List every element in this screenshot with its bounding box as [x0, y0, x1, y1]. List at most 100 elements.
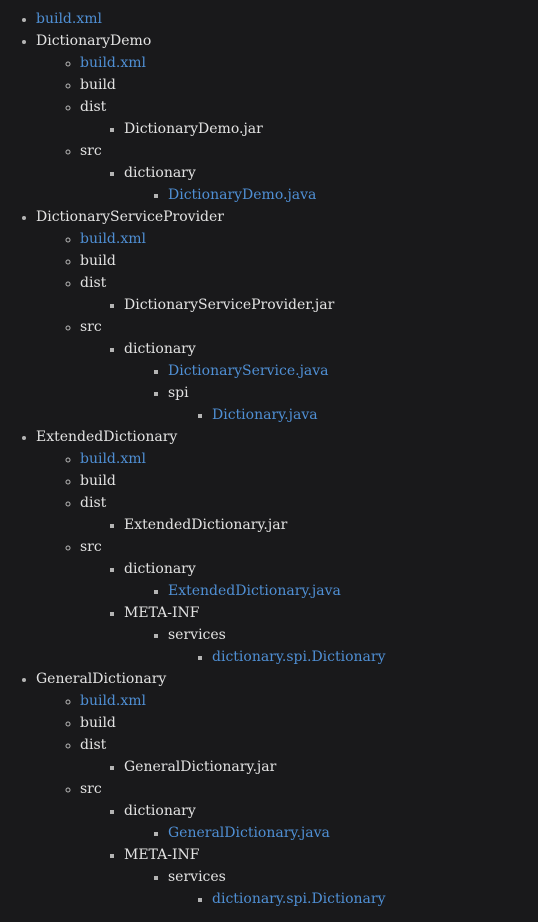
tree-level-3: DictionaryDemo.java: [124, 184, 538, 206]
tree-item-label: DictionaryDemo.jar: [124, 121, 263, 137]
tree-item: dist GeneralDictionary.jar: [80, 734, 538, 778]
tree-item-label: src: [80, 781, 102, 797]
tree-item[interactable]: Dictionary.java: [212, 404, 538, 426]
tree-level-2: DictionaryServiceProvider.jar: [80, 294, 538, 316]
tree-level-1: build.xml build dist ExtendedDictionary.jar…: [36, 448, 538, 668]
tree-item[interactable]: dictionary.spi.Dictionary: [212, 646, 538, 668]
tree-item-label: dictionary: [124, 341, 196, 357]
tree-item-link[interactable]: GeneralDictionary.java: [168, 825, 330, 841]
tree-level-3: ExtendedDictionary.java: [124, 580, 538, 602]
tree-item: dist DictionaryDemo.jar: [80, 96, 538, 140]
tree-item-label: build: [80, 77, 116, 93]
tree-item[interactable]: build.xml: [80, 52, 538, 74]
tree-item-label: META-INF: [124, 847, 200, 863]
tree-item-label: src: [80, 143, 102, 159]
tree-item: dictionary DictionaryDemo.java: [124, 162, 538, 206]
tree-level-2: dictionary GeneralDictionary.java META-INF…: [80, 800, 538, 910]
tree-item-link[interactable]: build.xml: [80, 55, 146, 71]
tree-item-link[interactable]: build.xml: [80, 231, 146, 247]
tree-item-label: DictionaryServiceProvider.jar: [124, 297, 335, 313]
tree-item-label: DictionaryDemo: [36, 33, 152, 49]
tree-item-label: ExtendedDictionary.jar: [124, 517, 288, 533]
tree-item[interactable]: ExtendedDictionary.java: [168, 580, 538, 602]
tree-item-label: build: [80, 473, 116, 489]
tree-item-label: build: [80, 715, 116, 731]
tree-item-link[interactable]: ExtendedDictionary.java: [168, 583, 341, 599]
tree-item-label: ExtendedDictionary: [36, 429, 178, 445]
tree-item-label: spi: [168, 385, 189, 401]
tree-item[interactable]: build.xml: [80, 690, 538, 712]
tree-item-link[interactable]: build.xml: [80, 451, 146, 467]
tree-level-4: Dictionary.java: [168, 404, 538, 426]
tree-item: ExtendedDictionary.jar: [124, 514, 538, 536]
tree-item: build: [80, 74, 538, 96]
tree-item: META-INF services dictionary.spi.Dictionar…: [124, 844, 538, 910]
tree-item[interactable]: build.xml: [80, 228, 538, 250]
tree-item: spi Dictionary.java: [168, 382, 538, 426]
tree-item: ExtendedDictionary build.xml build dist Exte…: [36, 426, 538, 668]
tree-item[interactable]: DictionaryDemo.java: [168, 184, 538, 206]
tree-item-link[interactable]: dictionary.spi.Dictionary: [212, 649, 385, 665]
tree-item: dictionary GeneralDictionary.java: [124, 800, 538, 844]
tree-level-4: dictionary.spi.Dictionary: [168, 646, 538, 668]
tree-item: build: [80, 250, 538, 272]
tree-item[interactable]: dictionary.spi.Dictionary: [212, 888, 538, 910]
tree-item: build: [80, 470, 538, 492]
tree-item[interactable]: build.xml: [80, 448, 538, 470]
tree-level-1: build.xml build dist DictionaryDemo.jar src d…: [36, 52, 538, 206]
tree-item[interactable]: GeneralDictionary.java: [168, 822, 538, 844]
tree-item-label: build: [80, 253, 116, 269]
tree-item-label: dictionary: [124, 165, 196, 181]
tree-level-4: dictionary.spi.Dictionary: [168, 888, 538, 910]
tree-item-link[interactable]: build.xml: [80, 693, 146, 709]
tree-item[interactable]: DictionaryService.java: [168, 360, 538, 382]
tree-item: services dictionary.spi.Dictionary: [168, 866, 538, 910]
tree-item-link[interactable]: dictionary.spi.Dictionary: [212, 891, 385, 907]
tree-item-label: GeneralDictionary.jar: [124, 759, 277, 775]
tree-level-3: services dictionary.spi.Dictionary: [124, 624, 538, 668]
tree-level-3: services dictionary.spi.Dictionary: [124, 866, 538, 910]
tree-level-2: dictionary ExtendedDictionary.java META-IN…: [80, 558, 538, 668]
tree-level-2: dictionary DictionaryDemo.java: [80, 162, 538, 206]
directory-tree: build.xml DictionaryDemo build.xml build dis…: [0, 8, 538, 910]
tree-item-link[interactable]: DictionaryService.java: [168, 363, 329, 379]
tree-item-label: src: [80, 319, 102, 335]
tree-level-3: DictionaryService.java spi Dictionary.java: [124, 360, 538, 426]
tree-level-3: GeneralDictionary.java: [124, 822, 538, 844]
tree-item: dictionaryDictionaryService.javaspiDicti…: [124, 338, 538, 426]
tree-level-2: DictionaryDemo.jar: [80, 118, 538, 140]
tree-item-link[interactable]: Dictionary.java: [212, 407, 318, 423]
tree-item[interactable]: build.xml: [36, 8, 538, 30]
tree-item: DictionaryServiceProvider build.xml build d…: [36, 206, 538, 426]
tree-item-link[interactable]: DictionaryDemo.java: [168, 187, 316, 203]
tree-level-1: build.xml build dist DictionaryServiceProvi…: [36, 228, 538, 426]
tree-item: GeneralDictionary.jar: [124, 756, 538, 778]
tree-item: dictionary ExtendedDictionary.java: [124, 558, 538, 602]
tree-item-label: dist: [80, 495, 107, 511]
tree-item-label: src: [80, 539, 102, 555]
tree-item-label: dist: [80, 275, 107, 291]
tree-item: GeneralDictionary build.xml build dist Gener…: [36, 668, 538, 910]
tree-item: services dictionary.spi.Dictionary: [168, 624, 538, 668]
tree-item: DictionaryDemo.jar: [124, 118, 538, 140]
tree-level-2: ExtendedDictionary.jar: [80, 514, 538, 536]
tree-level-2: dictionaryDictionaryService.javaspiDicti…: [80, 338, 538, 426]
tree-item-label: dictionary: [124, 803, 196, 819]
tree-item-label: dictionary: [124, 561, 196, 577]
tree-item: dist ExtendedDictionary.jar: [80, 492, 538, 536]
tree-item: build: [80, 712, 538, 734]
tree-item: src dictionary GeneralDictionary.java META-…: [80, 778, 538, 910]
tree-item: src dictionary DictionaryDemo.java: [80, 140, 538, 206]
tree-item-label: services: [168, 627, 226, 643]
tree-item-label: dist: [80, 99, 107, 115]
tree-item: srcdictionaryDictionaryService.javaspiDi…: [80, 316, 538, 426]
tree-item-label: dist: [80, 737, 107, 753]
tree-item: DictionaryServiceProvider.jar: [124, 294, 538, 316]
tree-item-link[interactable]: build.xml: [36, 11, 102, 27]
tree-level-1: build.xml build dist GeneralDictionary.jar s…: [36, 690, 538, 910]
tree-item-label: DictionaryServiceProvider: [36, 209, 224, 225]
tree-item: META-INF services dictionary.spi.Dictionar…: [124, 602, 538, 668]
tree-item: src dictionary ExtendedDictionary.java META…: [80, 536, 538, 668]
tree-item-label: GeneralDictionary: [36, 671, 167, 687]
tree-item: dist DictionaryServiceProvider.jar: [80, 272, 538, 316]
